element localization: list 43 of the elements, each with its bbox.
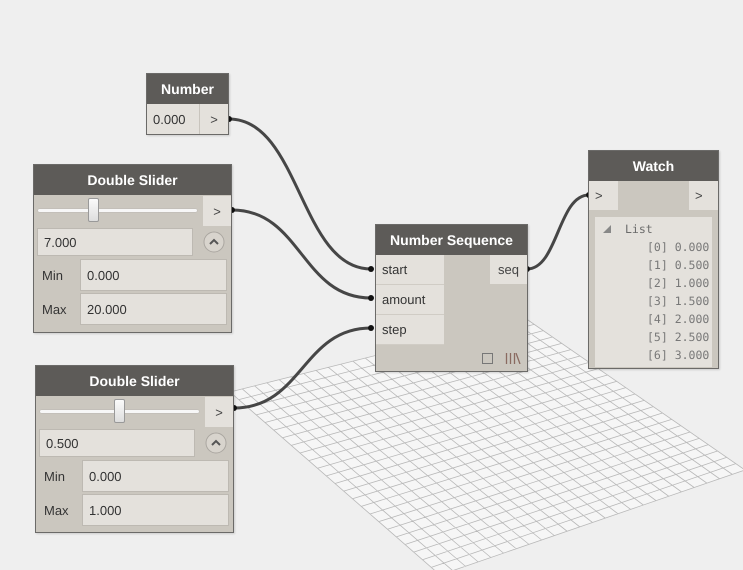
expand-icon[interactable]: [205, 432, 227, 454]
max-field[interactable]: 1.000: [82, 494, 229, 526]
output-port[interactable]: >: [205, 397, 233, 427]
node-title: Number Sequence: [376, 225, 527, 255]
list-item: [6] 3.000: [646, 347, 710, 364]
number-field[interactable]: 0.000: [147, 104, 200, 134]
input-port[interactable]: step: [376, 315, 444, 345]
value-field[interactable]: 7.000: [37, 228, 193, 256]
node-title: Number: [147, 74, 228, 104]
list-item: [0] 0.000: [646, 239, 710, 256]
list-item: [4] 2.000: [646, 311, 710, 328]
list-item: [2] 1.000: [646, 275, 710, 292]
node-title: Double Slider: [34, 165, 231, 195]
input-port[interactable]: amount: [376, 285, 444, 315]
field-label: Max: [43, 502, 70, 520]
field-label: Max: [41, 300, 68, 318]
expand-icon[interactable]: [203, 231, 225, 253]
expanded-triangle-icon[interactable]: [603, 225, 611, 233]
max-field[interactable]: 20.000: [80, 293, 227, 325]
list-item: [1] 0.500: [646, 257, 710, 274]
node-title: Watch: [589, 151, 718, 181]
slider-thumb[interactable]: [88, 198, 99, 222]
lacing-icon[interactable]: [505, 353, 521, 364]
connector-wire[interactable]: [226, 116, 374, 272]
output-port[interactable]: >: [689, 181, 718, 210]
field-label: Min: [41, 266, 64, 284]
input-port[interactable]: >: [589, 181, 618, 210]
preview-toggle-icon[interactable]: [482, 353, 493, 364]
min-field[interactable]: 0.000: [80, 259, 227, 291]
output-port[interactable]: seq: [490, 255, 527, 284]
output-port[interactable]: >: [200, 104, 228, 134]
min-field[interactable]: 0.000: [82, 460, 229, 492]
output-port[interactable]: >: [203, 196, 231, 226]
connector-wire[interactable]: [229, 207, 374, 301]
list-item: [5] 2.500: [646, 329, 710, 346]
node-title: Double Slider: [36, 366, 233, 396]
list-label: List: [625, 222, 653, 236]
slider-thumb[interactable]: [114, 399, 124, 423]
list-item: [3] 1.500: [646, 293, 710, 310]
field-label: Min: [43, 468, 66, 486]
value-field[interactable]: 0.500: [39, 429, 195, 457]
connector-wire[interactable]: [231, 325, 374, 411]
input-port[interactable]: start: [376, 255, 444, 285]
